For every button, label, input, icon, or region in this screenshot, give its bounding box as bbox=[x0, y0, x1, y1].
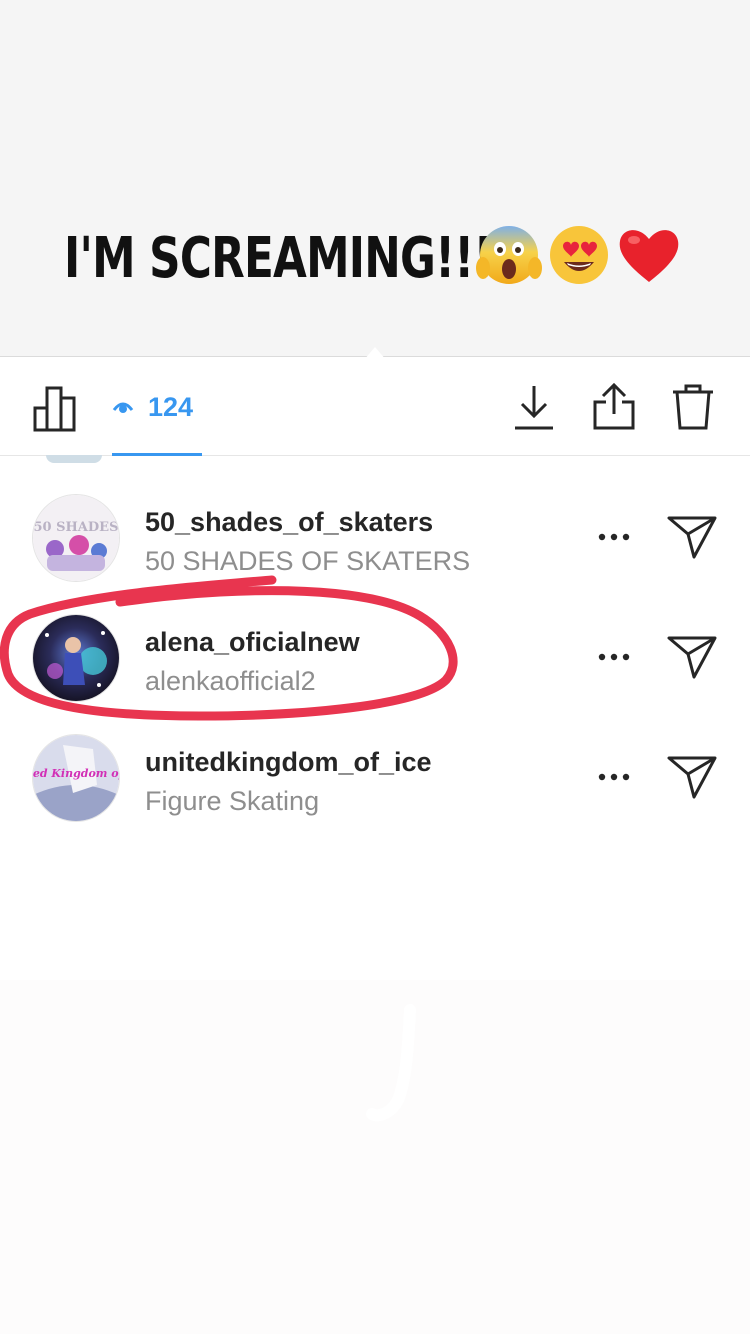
avatar[interactable]: United Kingdom of Ice bbox=[32, 734, 120, 822]
scrolled-avatar bbox=[46, 455, 102, 463]
screaming-face-emoji bbox=[476, 222, 542, 288]
avatar-logo-text: United Kingdom of Ice bbox=[33, 767, 119, 780]
red-heart-emoji bbox=[616, 222, 682, 288]
view-count[interactable]: 124 bbox=[112, 387, 193, 427]
avatar-logo-text: 50 SHADES bbox=[34, 520, 119, 535]
story-toolbar: 124 bbox=[0, 357, 750, 456]
paper-plane-icon bbox=[667, 756, 717, 799]
more-icon bbox=[598, 773, 630, 781]
viewer-row[interactable]: 50 SHADES 50_shades_of_skaters 50 SHADES… bbox=[0, 477, 750, 597]
download-icon[interactable] bbox=[510, 381, 558, 433]
avatar[interactable]: 50 SHADES bbox=[32, 494, 120, 582]
more-icon bbox=[598, 533, 630, 541]
more-options-button[interactable] bbox=[592, 761, 636, 793]
viewer-row[interactable]: alena_oficialnew alenkaofficial2 bbox=[0, 597, 750, 717]
more-options-button[interactable] bbox=[592, 641, 636, 673]
viewer-username[interactable]: unitedkingdom_of_ice bbox=[145, 747, 432, 778]
avatar[interactable] bbox=[32, 614, 120, 702]
viewer-username[interactable]: 50_shades_of_skaters bbox=[145, 507, 433, 538]
heart-eyes-emoji bbox=[546, 222, 612, 288]
eye-icon bbox=[112, 392, 134, 423]
more-icon bbox=[598, 653, 630, 661]
caption-emojis bbox=[476, 222, 682, 288]
viewers-tab-underline bbox=[112, 453, 202, 456]
paper-plane-icon bbox=[667, 636, 717, 679]
send-message-button[interactable] bbox=[664, 751, 720, 803]
viewer-fullname: 50 SHADES OF SKATERS bbox=[145, 546, 471, 576]
send-message-button[interactable] bbox=[664, 631, 720, 683]
more-options-button[interactable] bbox=[592, 521, 636, 553]
send-message-button[interactable] bbox=[664, 511, 720, 563]
story-caption: I'M SCREAMING!!!! bbox=[64, 225, 512, 291]
story-preview[interactable]: I'M SCREAMING!!!! bbox=[0, 0, 750, 356]
story-viewers-screen: I'M SCREAMING!!!! 124 50 SHADES 50_shade… bbox=[0, 0, 750, 1334]
view-count-number: 124 bbox=[148, 391, 194, 422]
viewer-fullname: alenkaofficial2 bbox=[145, 666, 316, 696]
white-paint-stroke bbox=[366, 1004, 416, 1122]
viewer-username[interactable]: alena_oficialnew bbox=[145, 627, 360, 658]
viewer-fullname: Figure Skating bbox=[145, 786, 320, 816]
insights-icon[interactable] bbox=[30, 383, 80, 433]
paper-plane-icon bbox=[667, 516, 717, 559]
share-icon[interactable] bbox=[590, 381, 638, 433]
viewer-row[interactable]: United Kingdom of Ice unitedkingdom_of_i… bbox=[0, 717, 750, 837]
trash-icon[interactable] bbox=[670, 381, 716, 433]
